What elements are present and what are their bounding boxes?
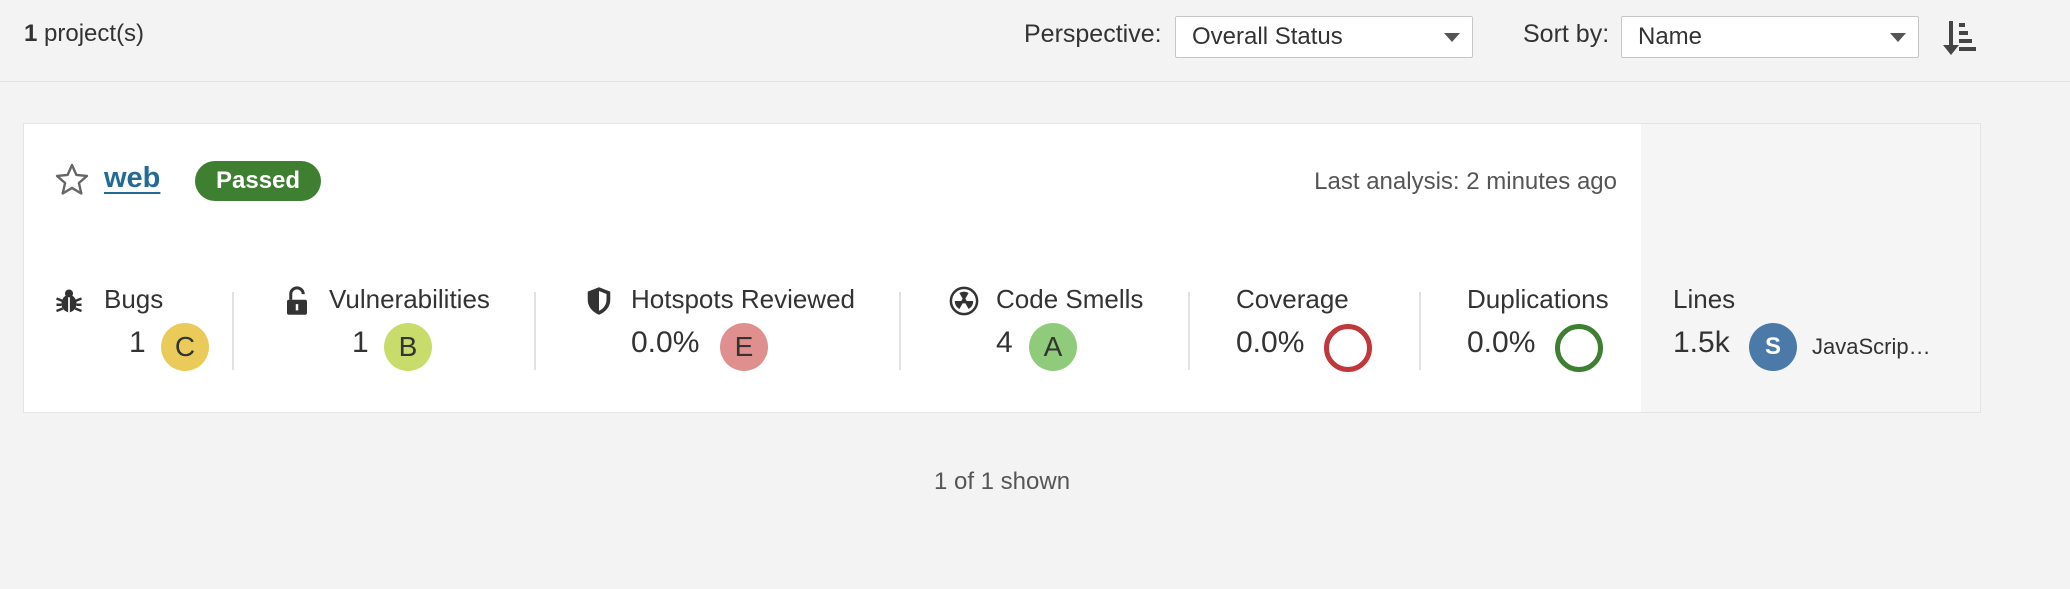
metric-label: Coverage (1236, 284, 1349, 314)
perspective-select[interactable]: Overall Status (1175, 16, 1473, 58)
projects-toolbar: 1 project(s) Perspective: Overall Status… (0, 0, 2070, 82)
sort-label: Sort by: (1523, 20, 1610, 48)
metric-value: 0.0% (1236, 326, 1305, 359)
project-name-link[interactable]: web (104, 162, 160, 195)
metric-label: Vulnerabilities (329, 284, 490, 314)
bug-icon (56, 289, 82, 313)
metric-label: Code Smells (996, 284, 1144, 314)
unlock-icon (287, 286, 307, 315)
rating-badge: B (384, 323, 432, 371)
metric-value: 0.0% (631, 326, 700, 359)
last-analysis: Last analysis: 2 minutes ago (1314, 168, 1617, 195)
divider (534, 292, 536, 370)
chevron-down-icon (1444, 33, 1460, 42)
language-name: JavaScrip… (1812, 334, 1931, 359)
perspective-value: Overall Status (1192, 23, 1343, 50)
size-rating-avatar: S (1749, 323, 1797, 371)
radiation-icon (949, 286, 979, 316)
divider (1419, 292, 1421, 370)
divider (1188, 292, 1190, 370)
metric-label: Lines (1673, 284, 1736, 314)
metric-label: Duplications (1467, 284, 1609, 314)
rating-badge: C (161, 323, 209, 371)
metric-value: 1.5k (1673, 326, 1730, 359)
divider (232, 292, 234, 370)
project-size-panel (1641, 124, 1980, 412)
rating-badge: A (1029, 323, 1077, 371)
metric-label: Bugs (104, 284, 164, 314)
metric-label: Hotspots Reviewed (631, 284, 855, 314)
chevron-down-icon (1890, 33, 1906, 42)
divider (899, 292, 901, 370)
shield-icon (587, 287, 611, 315)
sort-descending-icon[interactable] (1943, 19, 1977, 57)
perspective-label: Perspective: (1024, 20, 1162, 48)
sort-select[interactable]: Name (1621, 16, 1919, 58)
metric-value: 0.0% (1467, 326, 1536, 359)
metric-value: 4 (996, 326, 1013, 359)
project-count: 1 project(s) (24, 20, 145, 47)
sort-value: Name (1638, 23, 1703, 50)
rating-badge: E (720, 323, 768, 371)
coverage-chart-icon (1324, 324, 1372, 372)
star-icon[interactable] (54, 162, 90, 198)
project-card: web Passed Last analysis: 2 minutes ago … (23, 123, 1981, 413)
results-summary: 1 of 1 shown (933, 468, 1071, 495)
metric-value: 1 (352, 326, 369, 359)
metric-value: 1 (129, 326, 146, 359)
duplications-chart-icon (1555, 324, 1603, 372)
quality-gate-badge: Passed (195, 161, 322, 201)
